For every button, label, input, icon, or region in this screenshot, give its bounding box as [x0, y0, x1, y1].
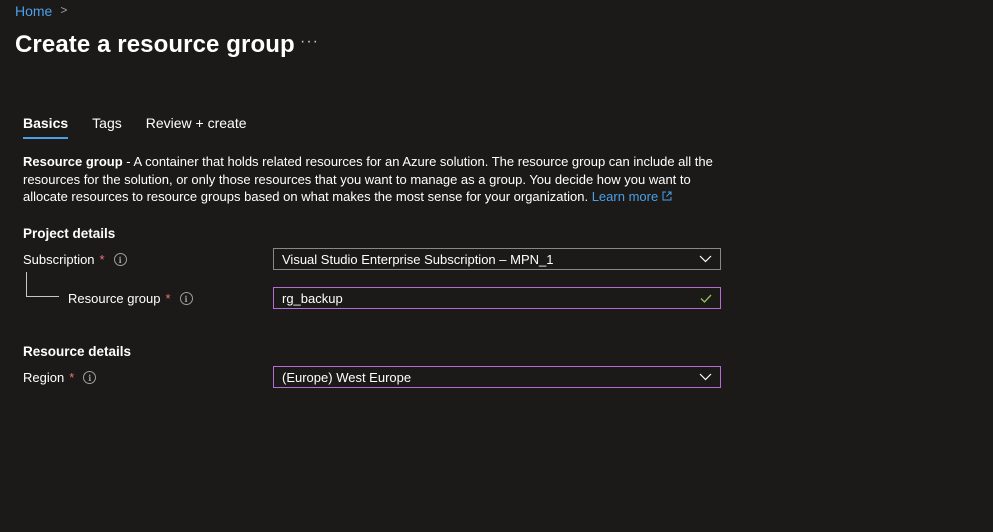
required-marker: * [165, 291, 171, 306]
required-marker: * [69, 370, 75, 385]
external-link-icon [662, 191, 672, 201]
chevron-down-icon [699, 373, 712, 381]
info-icon[interactable]: i [113, 253, 127, 266]
region-label-text: Region [23, 370, 65, 385]
resource-group-label: Resource group * i [68, 291, 193, 306]
checkmark-icon [700, 294, 712, 303]
learn-more-link[interactable]: Learn more [592, 189, 672, 204]
resource-group-value: rg_backup [282, 290, 343, 306]
breadcrumb: Home > [15, 3, 67, 19]
page-title: Create a resource group [15, 31, 295, 58]
tab-bar: Basics Tags Review + create [23, 115, 271, 139]
description-term: Resource group [23, 154, 123, 169]
resource-group-label-text: Resource group [68, 291, 161, 306]
tab-basics[interactable]: Basics [23, 115, 69, 139]
resource-group-description: Resource group - A container that holds … [23, 153, 723, 206]
tab-tags[interactable]: Tags [92, 115, 122, 139]
tab-review-create[interactable]: Review + create [146, 115, 247, 139]
breadcrumb-home-link[interactable]: Home [15, 3, 52, 19]
hierarchy-line-horizontal [26, 296, 59, 297]
resource-details-heading: Resource details [23, 344, 132, 359]
info-icon[interactable]: i [179, 292, 193, 305]
learn-more-label: Learn more [591, 189, 659, 204]
region-label: Region * i [23, 370, 97, 385]
more-options-button[interactable]: ··· [300, 33, 319, 51]
subscription-label-text: Subscription [23, 252, 95, 267]
chevron-down-icon [699, 255, 712, 263]
project-details-heading: Project details [23, 226, 116, 241]
region-dropdown[interactable]: (Europe) West Europe [273, 366, 721, 388]
subscription-dropdown[interactable]: Visual Studio Enterprise Subscription – … [273, 248, 721, 270]
breadcrumb-chevron-icon: > [60, 3, 68, 17]
hierarchy-line-vertical [26, 272, 27, 296]
info-icon[interactable]: i [83, 371, 97, 384]
subscription-value: Visual Studio Enterprise Subscription – … [282, 251, 554, 267]
subscription-label: Subscription * i [23, 252, 127, 267]
resource-group-input[interactable]: rg_backup [273, 287, 721, 309]
required-marker: * [99, 252, 105, 267]
region-value: (Europe) West Europe [282, 369, 412, 385]
